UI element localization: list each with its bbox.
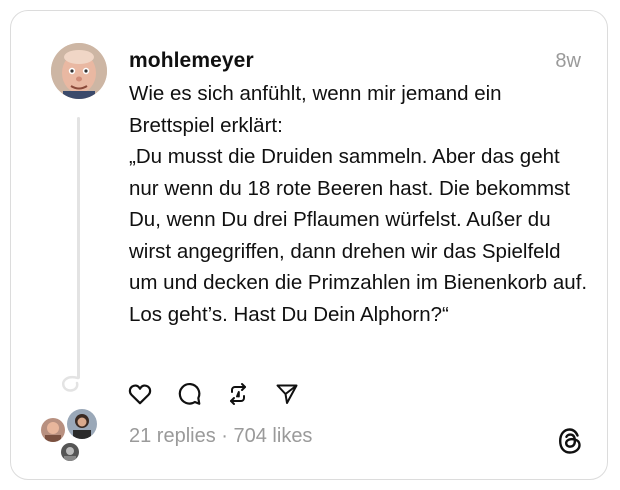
comment-icon [178, 383, 201, 405]
share-button[interactable] [272, 379, 302, 409]
post-card: mohlemeyer 8w Wie es sich anfühlt, wenn … [10, 10, 608, 480]
thread-loop-icon [59, 375, 83, 402]
post-text: Wie es sich anfühlt, wenn mir jemand ein… [129, 82, 588, 326]
send-icon [276, 384, 298, 404]
like-button[interactable] [125, 379, 155, 409]
author-avatar[interactable] [51, 43, 107, 99]
repost-button[interactable] [223, 379, 253, 409]
heart-icon [128, 384, 152, 405]
replier-avatar-1[interactable] [39, 416, 67, 444]
replier-avatar-2[interactable] [65, 407, 99, 441]
post-timestamp[interactable]: 8w [555, 50, 581, 73]
likes-count[interactable]: 704 likes [234, 425, 313, 447]
replier-avatar-3[interactable] [59, 441, 81, 463]
repost-icon [230, 383, 246, 405]
stats-separator: · [215, 425, 234, 447]
replies-count[interactable]: 21 replies [129, 425, 216, 447]
post-stats: 21 replies · 704 likes [129, 425, 312, 448]
username[interactable]: mohlemeyer [129, 49, 254, 73]
reply-button[interactable] [174, 379, 204, 409]
threads-logo-icon[interactable] [557, 427, 583, 455]
action-bar [125, 379, 302, 409]
thread-line [77, 117, 80, 379]
